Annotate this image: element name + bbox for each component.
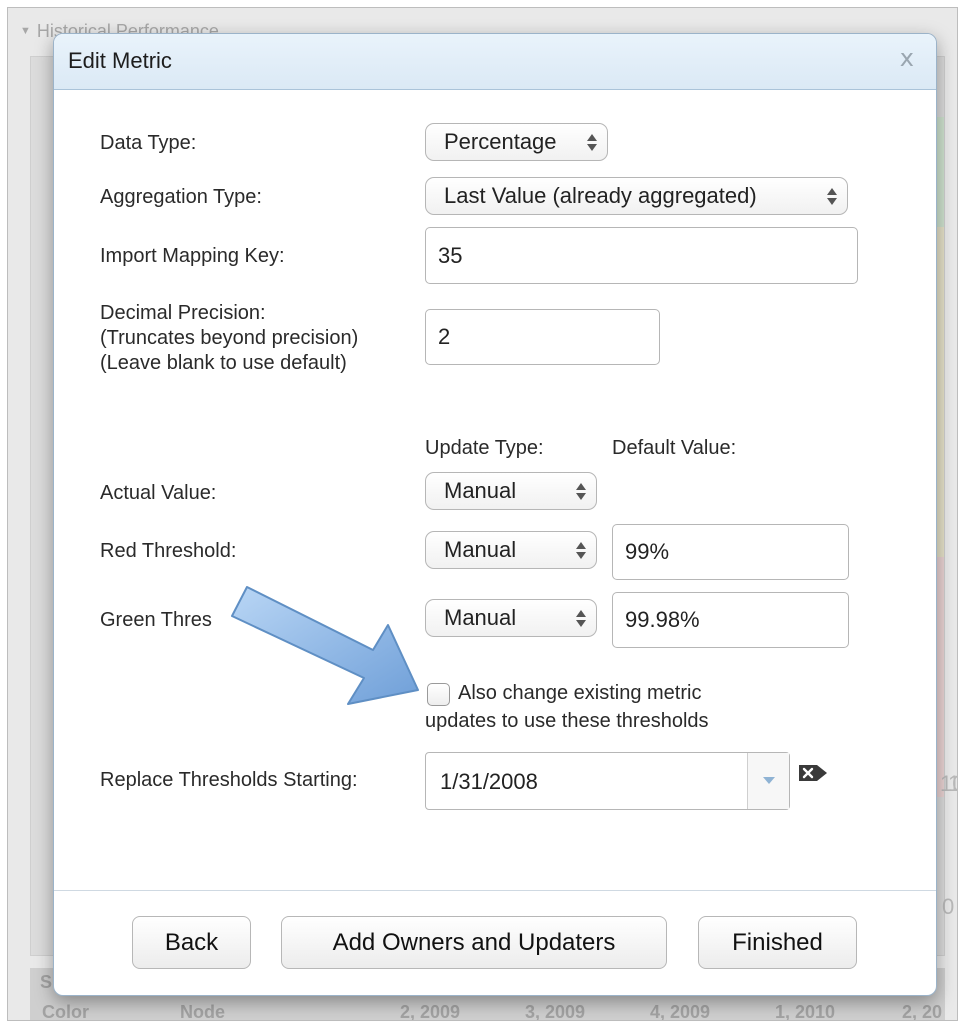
footer-divider (54, 890, 936, 891)
default-value-column-header: Default Value: (612, 437, 737, 459)
decimal-precision-value: 2 (438, 324, 451, 349)
bg-date-header: 4, 2009 (650, 1002, 711, 1021)
decimal-precision-field[interactable]: 2 (425, 309, 660, 365)
up-down-arrows-icon (575, 608, 587, 630)
green-threshold-update-type: Manual (444, 605, 517, 630)
decimal-precision-hint: (Truncates beyond precision) (100, 327, 359, 349)
bg-edge-number: 0 (942, 894, 955, 919)
finished-button[interactable]: Finished (698, 916, 857, 969)
update-type-column-header: Update Type: (425, 437, 544, 459)
green-threshold-label: Green Thres (100, 609, 212, 631)
add-owners-and-updaters-button[interactable]: Add Owners and Updaters (281, 916, 667, 969)
bg-date-header: 2, 2009 (400, 1002, 461, 1021)
aggregation-type-label: Aggregation Type: (100, 186, 262, 208)
bg-edge-number: 1 (948, 771, 957, 797)
import-mapping-key-value: 35 (438, 242, 463, 268)
aggregation-type-select[interactable]: Last Value (already aggregated) (425, 177, 848, 215)
bg-date-header: 2, 20 (902, 1002, 943, 1021)
bg-col-header: S (40, 972, 53, 992)
triangle-down-icon: ▼ (20, 25, 31, 37)
up-down-arrows-icon (575, 481, 587, 503)
red-threshold-update-type-select[interactable]: Manual (425, 531, 597, 569)
decimal-precision-label: Decimal Precision: (100, 302, 266, 324)
data-type-value: Percentage (444, 129, 557, 154)
data-type-select[interactable]: Percentage (425, 123, 608, 161)
green-threshold-update-type-select[interactable]: Manual (425, 599, 597, 637)
up-down-arrows-icon (826, 186, 838, 208)
replace-thresholds-date-field[interactable]: 1/31/2008 (425, 752, 790, 810)
clear-date-icon[interactable] (797, 762, 831, 784)
change-existing-updates-checkbox[interactable] (427, 683, 450, 706)
checkbox-label-line2: updates to use these thresholds (425, 710, 709, 732)
back-button[interactable]: Back (132, 916, 251, 969)
data-type-label: Data Type: (100, 132, 197, 154)
close-icon[interactable]: x (900, 44, 914, 72)
import-mapping-key-label: Import Mapping Key: (100, 245, 285, 267)
decimal-precision-hint: (Leave blank to use default) (100, 352, 347, 374)
replace-thresholds-date-value: 1/31/2008 (440, 769, 538, 794)
bg-col-header: Color (42, 1002, 89, 1021)
red-threshold-default-field[interactable]: 99% (612, 524, 849, 580)
green-threshold-default-value: 99.98% (625, 607, 700, 632)
dialog-title: Edit Metric (68, 48, 172, 73)
chevron-down-icon[interactable] (747, 753, 789, 809)
import-mapping-key-field[interactable]: 35 (425, 227, 858, 284)
actual-value-update-type: Manual (444, 478, 517, 503)
checkbox-label: Also change existing metric (458, 682, 702, 704)
bg-date-header: 3, 2009 (525, 1002, 586, 1021)
bg-col-header: Node (180, 1002, 225, 1021)
replace-thresholds-label: Replace Thresholds Starting: (100, 769, 358, 791)
dialog-header: Edit Metric x (54, 34, 936, 90)
red-threshold-default-value: 99% (625, 539, 670, 564)
actual-value-update-type-select[interactable]: Manual (425, 472, 597, 510)
aggregation-type-value: Last Value (already aggregated) (444, 183, 757, 208)
actual-value-label: Actual Value: (100, 482, 217, 504)
red-threshold-label: Red Threshold: (100, 540, 237, 562)
up-down-arrows-icon (575, 540, 587, 562)
red-threshold-update-type: Manual (444, 537, 517, 562)
bg-date-header: 1, 2010 (775, 1002, 836, 1021)
edit-metric-dialog: Edit Metric x Data Type: Percentage Aggr… (53, 33, 937, 996)
green-threshold-default-field[interactable]: 99.98% (612, 592, 849, 648)
up-down-arrows-icon (586, 132, 598, 154)
